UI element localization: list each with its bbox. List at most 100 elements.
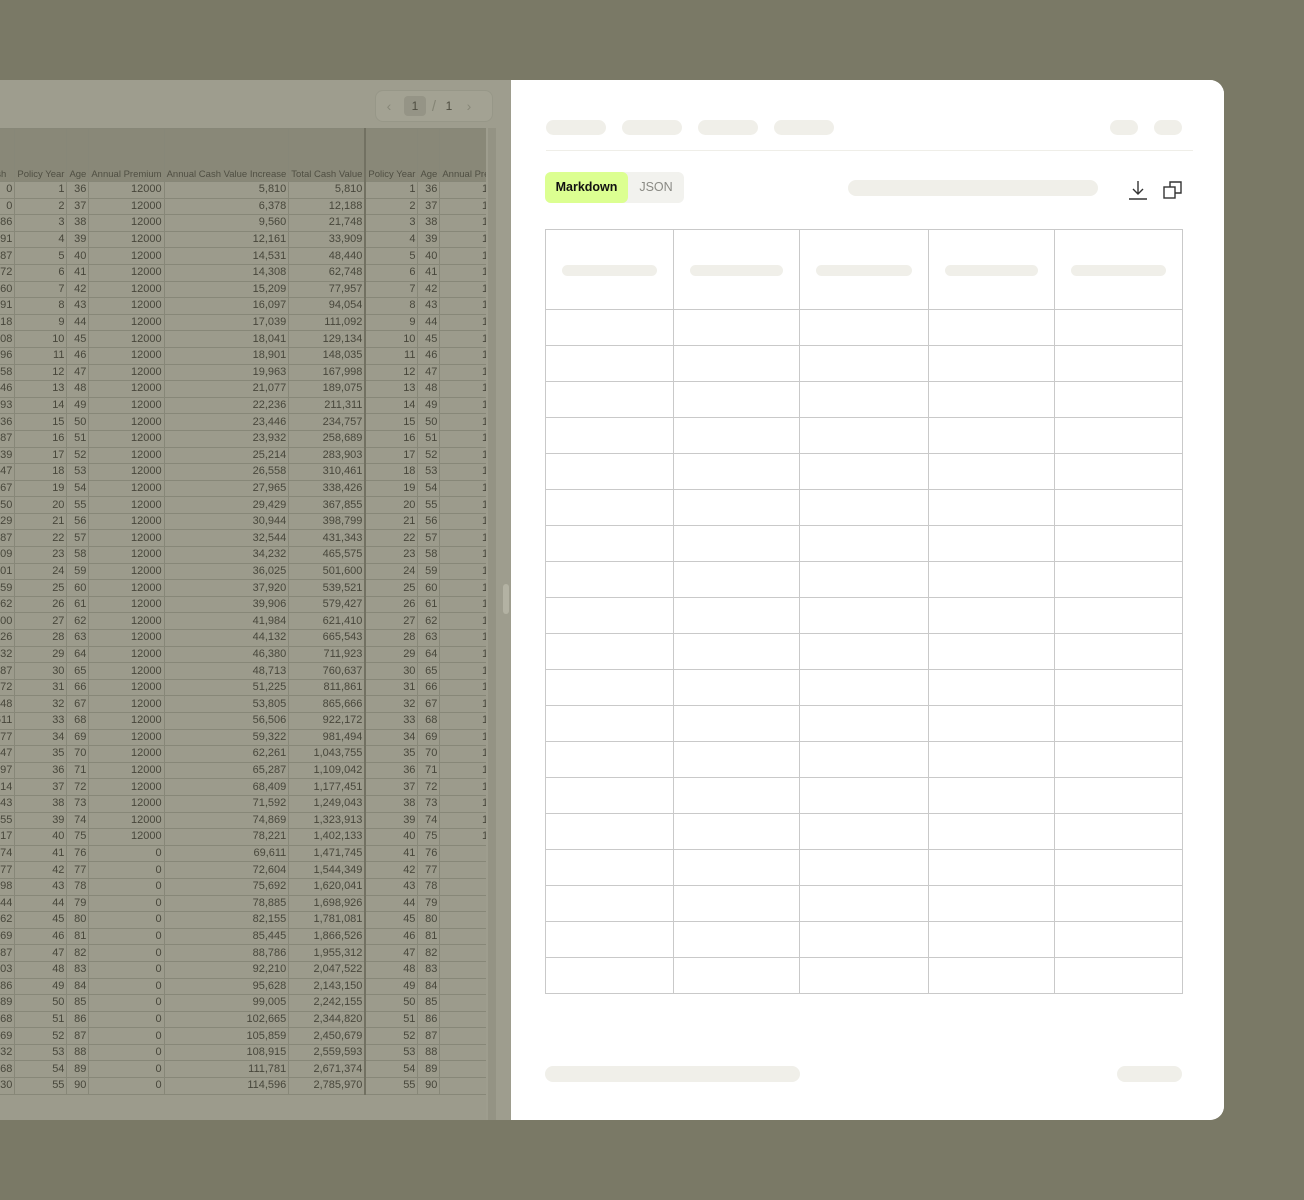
copy-icon[interactable] [1161,178,1185,202]
table-cell: 46 [66,346,90,365]
table-cell: 23,446 [163,413,290,431]
table-cell: 74 [66,811,90,830]
table-cell: 47 [66,363,90,382]
table-cell: ,546 [0,380,16,398]
table-cell: 0 [439,1077,486,1095]
preview-cell [673,957,801,994]
preview-cell [1053,705,1184,742]
table-cell: 21 [364,512,419,531]
table-cell: 0 [439,911,486,929]
table-cell: 86 [66,1010,90,1029]
table-cell: 0 [439,994,486,1012]
table-cell: 68 [417,712,441,730]
table-cell: 12000 [439,595,486,614]
table-cell: 12000 [88,794,165,813]
table-cell: 44 [66,313,90,332]
table-cell: 51 [417,429,441,448]
table-cell: 88 [66,1043,90,1062]
table-cell: ,948 [0,695,16,713]
table-cell: 22 [14,529,68,548]
preview-cell [673,777,801,814]
table-cell: 79 [66,894,90,913]
table-cell: 67 [66,695,90,713]
table-cell: 1,109,042 [288,761,366,780]
table-cell: 431,343 [288,529,366,548]
table-cell: 69,611 [163,844,290,863]
table-cell: ,829 [0,512,16,531]
table-cell: 12000 [439,678,486,697]
table-cell: 0 [88,1043,165,1062]
preview-row [544,669,1184,706]
table-cell: 12000 [88,778,165,796]
table-cell: ,044 [0,894,16,913]
table-cell: 12000 [88,761,165,780]
table-cell: 0 [88,1060,165,1079]
placeholder-header-text [944,265,1038,276]
document-page: ashPolicy YearAgeAnnual PremiumAnnual Ca… [0,128,486,1120]
preview-cell [799,849,929,886]
table-cell: 12000 [88,297,165,315]
tab-json[interactable]: JSON [628,172,684,203]
download-icon[interactable] [1126,178,1150,202]
table-cell: 14,531 [163,247,290,265]
table-cell: 14 [364,396,419,415]
table-cell: 0 [88,877,165,896]
table-cell: 43 [364,877,419,896]
table-cell: 12000 [88,313,165,332]
table-cell: 45 [364,911,419,929]
table-cell: 12000 [439,828,486,846]
table-cell: 283,903 [288,446,366,465]
tab-markdown[interactable]: Markdown [545,172,628,203]
table-cell: 7 [14,280,68,299]
table-cell: 12000 [439,313,486,332]
table-cell: 15 [364,413,419,431]
table-cell: 53 [364,1043,419,1062]
table-cell: 57 [66,529,90,548]
table-cell: 12000 [439,794,486,813]
preview-cell [927,921,1055,958]
preview-cell [544,229,675,310]
placeholder-tab [698,120,758,135]
table-cell: 12000 [439,496,486,514]
table-cell: 19 [364,479,419,498]
preview-cell [1053,525,1184,562]
table-cell: 12000 [439,429,486,448]
table-cell: 12000 [88,214,165,232]
table-cell: 39 [417,230,441,249]
table-row: ,76226611200039,906579,42726611200040,39… [0,595,486,614]
preview-cell [1053,741,1184,778]
chevron-left-icon[interactable]: ‹ [376,98,402,114]
table-cell: 12000 [88,678,165,697]
table-cell: 12000 [88,595,165,614]
preview-row [544,489,1184,526]
viewer-scrollbar[interactable] [488,128,496,1120]
resize-handle[interactable] [503,584,509,614]
table-cell: 76 [417,844,441,863]
table-cell: ,036 [0,413,16,431]
placeholder-field [848,180,1098,196]
table-cell: 18,901 [163,346,290,365]
table-row: ,2918431200016,09794,0548431200016,24199… [0,297,486,315]
table-cell: ,762 [0,595,16,614]
table-row: ,6874782088,7861,955,3124782091,3501,996… [0,944,486,962]
table-cell: ,817 [0,828,16,846]
table-cell: 0 [88,1027,165,1045]
table-cell: ,459 [0,579,16,597]
placeholder-action [1154,120,1182,135]
table-cell: 12000 [439,662,486,680]
table-cell: 54 [66,479,90,498]
table-cell: 1,781,081 [288,911,366,929]
table-cell: 63 [417,629,441,647]
table-cell: ,987 [0,662,16,680]
table-cell: 46 [417,346,441,365]
table-cell: 78 [417,877,441,896]
table-cell: 12000 [88,662,165,680]
chevron-right-icon[interactable]: › [456,98,482,114]
preview-cell [673,489,801,526]
table-cell: 88 [417,1043,441,1062]
preview-cell [673,417,801,454]
current-page-field[interactable]: 1 [404,96,426,116]
table-cell: 62 [417,612,441,631]
table-cell: 1,955,312 [288,944,366,962]
table-cell: 2,450,679 [288,1027,366,1045]
